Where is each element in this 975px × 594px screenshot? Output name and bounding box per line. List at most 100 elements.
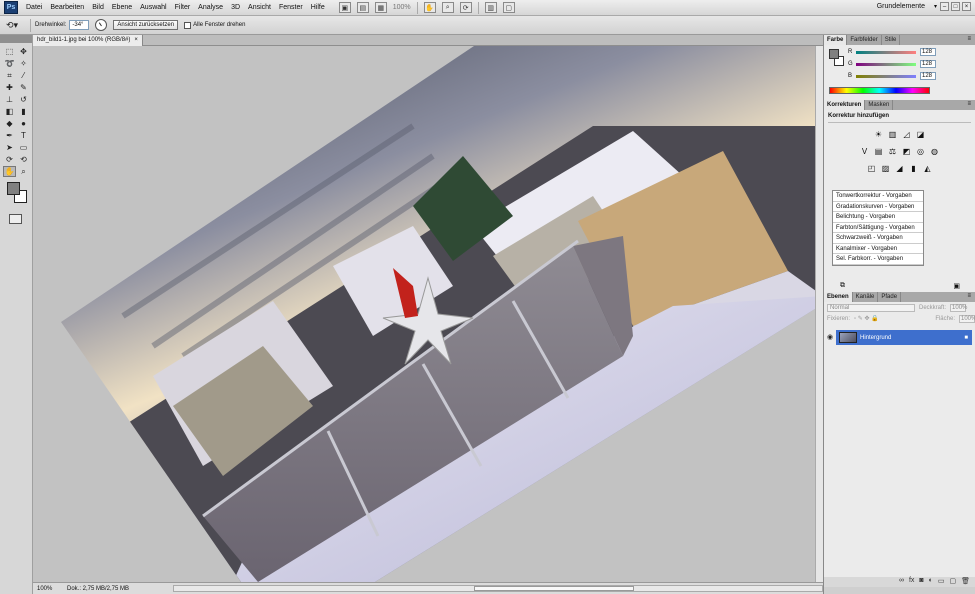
menu-bild[interactable]: Bild <box>88 4 108 11</box>
status-zoom[interactable]: 100% <box>37 586 59 592</box>
rotate-view-tool-icon[interactable]: ⟲▾ <box>6 19 26 32</box>
hue-saturation-icon[interactable]: ▤ <box>873 146 884 157</box>
quick-mask-icon[interactable] <box>9 214 22 224</box>
panel-menu-icon[interactable]: ≡ <box>967 36 971 42</box>
clip-to-layer-icon[interactable]: ⧉ <box>840 282 845 290</box>
rotation-angle-input[interactable]: -34° <box>69 20 90 30</box>
workspace-switcher[interactable]: Grundelemente <box>877 3 925 10</box>
tab-korrekturen[interactable]: Korrekturen <box>824 100 866 110</box>
panel-options-icon[interactable]: ▣ <box>953 282 960 290</box>
eye-icon[interactable]: ◉ <box>824 330 836 345</box>
magic-wand-tool-icon[interactable]: ✧ <box>17 58 30 69</box>
zoom-tool-icon[interactable]: ⌕ <box>441 2 454 13</box>
horizontal-scrollbar[interactable] <box>173 585 823 592</box>
menu-auswahl[interactable]: Auswahl <box>136 4 170 11</box>
green-value-input[interactable]: 128 <box>920 60 936 68</box>
rotate-view-icon[interactable]: ⟳ <box>459 2 472 13</box>
layer-style-icon[interactable]: fx <box>909 577 914 587</box>
document-canvas[interactable] <box>33 46 823 582</box>
maximize-icon[interactable]: □ <box>951 2 960 11</box>
marquee-tool-icon[interactable]: ⬚ <box>3 46 16 57</box>
pen-tool-icon[interactable]: ✒ <box>3 130 16 141</box>
brush-tool-icon[interactable]: ✎ <box>17 82 30 93</box>
clone-stamp-tool-icon[interactable]: ⊥ <box>3 94 16 105</box>
eyedropper-tool-icon[interactable]: ⁄ <box>17 70 30 81</box>
rotation-dial-icon[interactable] <box>95 19 108 31</box>
lock-icons[interactable]: ▫ ✎ ✥ 🔒 <box>854 315 879 322</box>
preset-item[interactable]: Belichtung - Vorgaben <box>833 212 923 223</box>
status-doc-info[interactable]: Dok.: 2,75 MB/2,75 MB <box>67 586 129 592</box>
vertical-scrollbar[interactable] <box>815 46 823 582</box>
red-value-input[interactable]: 128 <box>920 48 936 56</box>
layer-row-background[interactable]: ◉ Hintergrund ■ <box>824 330 972 345</box>
tab-kanaele[interactable]: Kanäle <box>853 292 879 302</box>
menu-filter[interactable]: Filter <box>171 4 195 11</box>
arrange-documents-icon[interactable]: ▥ <box>484 2 497 13</box>
healing-brush-tool-icon[interactable]: ✚ <box>3 82 16 93</box>
fill-input[interactable]: 100% <box>959 314 975 323</box>
close-icon[interactable]: × <box>134 35 138 46</box>
guides-icon[interactable]: ▦ <box>374 2 387 13</box>
bridge-icon[interactable]: ▣ <box>338 2 351 13</box>
gradient-map-icon[interactable]: ▮ <box>908 163 919 174</box>
color-spectrum[interactable] <box>829 87 930 94</box>
zoom-level-display[interactable]: 100% <box>393 4 411 11</box>
trash-icon[interactable]: 🗑 <box>961 577 970 587</box>
preset-item[interactable]: Gradationskurven - Vorgaben <box>833 202 923 212</box>
preset-item[interactable]: Tonwertkorrektur - Vorgaben <box>833 191 923 202</box>
document-tab[interactable]: hdr_bild1-1.jpg bei 100% (RGB/8#) × <box>33 35 143 46</box>
tab-farbe[interactable]: Farbe <box>824 35 848 45</box>
screen-mode-icon[interactable]: ▢ <box>502 2 515 13</box>
blue-slider[interactable] <box>856 74 916 78</box>
3d-rotate-tool-icon[interactable]: ⟳ <box>3 154 16 165</box>
preset-item[interactable]: Schwarzweiß - Vorgaben <box>833 233 923 244</box>
panel-menu-icon[interactable]: ≡ <box>967 101 971 107</box>
selective-color-icon[interactable]: ◭ <box>922 163 933 174</box>
move-tool-icon[interactable]: ✥ <box>17 46 30 57</box>
new-layer-icon[interactable]: ▢ <box>949 577 956 587</box>
channel-mixer-icon[interactable]: ◍ <box>929 146 940 157</box>
tab-stile[interactable]: Stile <box>882 35 901 45</box>
exposure-icon[interactable]: ◪ <box>915 129 926 140</box>
photo-filter-icon[interactable]: ◎ <box>915 146 926 157</box>
crop-tool-icon[interactable]: ⌗ <box>3 70 16 81</box>
preset-item[interactable]: Sel. Farbkorr. - Vorgaben <box>833 254 923 265</box>
rotate-all-windows-checkbox[interactable] <box>184 21 192 29</box>
history-brush-tool-icon[interactable]: ↺ <box>17 94 30 105</box>
link-layers-icon[interactable]: ∞ <box>899 577 904 587</box>
opacity-input[interactable]: 100% <box>950 303 967 312</box>
menu-3d[interactable]: 3D <box>227 4 244 11</box>
close-icon[interactable]: × <box>962 2 971 11</box>
red-slider[interactable] <box>856 50 916 54</box>
layer-name[interactable]: Hintergrund <box>860 335 891 341</box>
tab-farbfelder[interactable]: Farbfelder <box>847 35 882 45</box>
3d-orbit-tool-icon[interactable]: ⟲ <box>17 154 30 165</box>
foreground-color-swatch[interactable] <box>829 49 839 59</box>
layer-mask-icon[interactable]: ◙ <box>919 577 923 587</box>
menu-bearbeiten[interactable]: Bearbeiten <box>46 4 88 11</box>
menu-ansicht[interactable]: Ansicht <box>244 4 275 11</box>
menu-hilfe[interactable]: Hilfe <box>307 4 329 11</box>
path-selection-tool-icon[interactable]: ➤ <box>3 142 16 153</box>
brightness-icon[interactable]: ☀ <box>873 129 884 140</box>
green-slider[interactable] <box>856 62 916 66</box>
vibrance-icon[interactable]: V <box>859 146 870 157</box>
rotate-view-tool-icon[interactable]: ✋ <box>3 166 16 177</box>
zoom-tool-icon[interactable]: ⌕ <box>17 166 30 177</box>
curves-icon[interactable]: ◿ <box>901 129 912 140</box>
preset-item[interactable]: Farbton/Sättigung - Vorgaben <box>833 223 923 233</box>
posterize-icon[interactable]: ▨ <box>880 163 891 174</box>
blue-value-input[interactable]: 128 <box>920 72 936 80</box>
adjustment-layer-icon[interactable]: ◐ <box>929 577 933 587</box>
eraser-tool-icon[interactable]: ◧ <box>3 106 16 117</box>
chevron-down-icon[interactable]: ▾ <box>934 3 937 10</box>
minimize-icon[interactable]: – <box>940 2 949 11</box>
preset-item[interactable]: Kanalmixer - Vorgaben <box>833 244 923 254</box>
type-tool-icon[interactable]: T <box>17 130 30 141</box>
lasso-tool-icon[interactable]: ➰ <box>3 58 16 69</box>
color-balance-icon[interactable]: ⚖ <box>887 146 898 157</box>
toolbox-grip[interactable] <box>0 35 32 43</box>
invert-icon[interactable]: ◰ <box>866 163 877 174</box>
menu-ebene[interactable]: Ebene <box>108 4 136 11</box>
blur-tool-icon[interactable]: ◆ <box>3 118 16 129</box>
